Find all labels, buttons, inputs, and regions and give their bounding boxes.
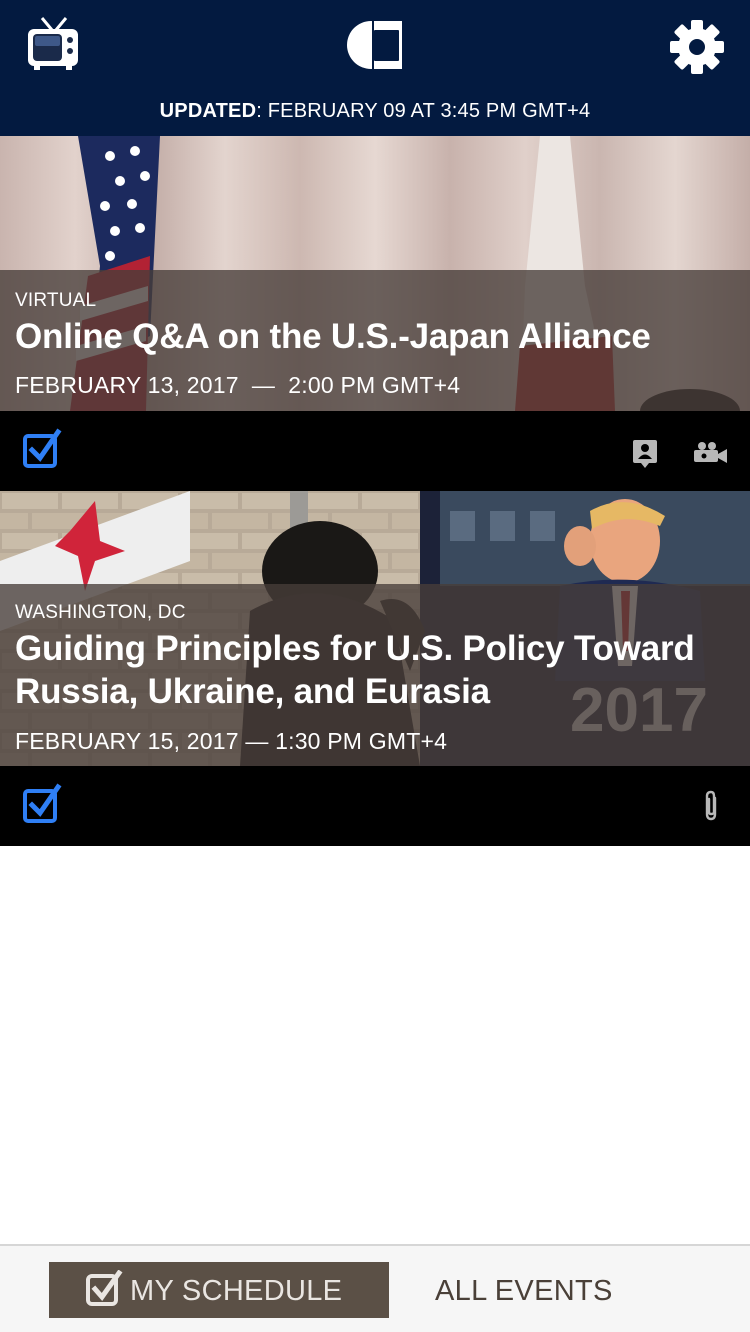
gear-icon[interactable] xyxy=(668,18,726,76)
event-info-overlay: WASHINGTON, DC Guiding Principles for U.… xyxy=(0,584,750,766)
tab-my-schedule-label: MY SCHEDULE xyxy=(130,1275,343,1307)
speaker-icon[interactable] xyxy=(632,439,658,469)
updated-timestamp: UPDATED: FEBRUARY 09 AT 3:45 PM GMT+4 xyxy=(0,100,750,123)
event-card-image[interactable]: VIRTUAL Online Q&A on the U.S.-Japan All… xyxy=(0,136,750,411)
schedule-checkbox-checked-icon[interactable] xyxy=(22,428,62,470)
event-date: FEBRUARY 13, 2017 — 2:00 PM GMT+4 xyxy=(15,372,461,398)
event-title[interactable]: Guiding Principles for U.S. Policy Towar… xyxy=(15,627,735,713)
event-location: VIRTUAL xyxy=(15,290,97,311)
bottom-tab-bar: MY SCHEDULE ALL EVENTS xyxy=(0,1244,750,1332)
updated-label: UPDATED xyxy=(159,100,257,122)
logo[interactable] xyxy=(345,18,405,74)
event-date: FEBRUARY 15, 2017 — 1:30 PM GMT+4 xyxy=(15,728,448,754)
event-location: WASHINGTON, DC xyxy=(15,602,186,623)
event-actions-bar xyxy=(0,766,750,846)
updated-value: : FEBRUARY 09 AT 3:45 PM GMT+4 xyxy=(256,100,591,122)
checkbox-icon xyxy=(86,1270,123,1306)
tab-all-events[interactable]: ALL EVENTS xyxy=(420,1262,636,1318)
event-card-image[interactable]: 2017 WASHINGTON, DC Guiding Principles f… xyxy=(0,491,750,766)
paperclip-icon[interactable] xyxy=(700,790,722,822)
schedule-checkbox-checked-icon[interactable] xyxy=(22,783,62,825)
video-camera-icon[interactable] xyxy=(692,441,728,465)
event-info-overlay: VIRTUAL Online Q&A on the U.S.-Japan All… xyxy=(0,270,750,411)
event-actions-bar xyxy=(0,411,750,491)
tab-all-events-label: ALL EVENTS xyxy=(435,1275,613,1307)
tab-my-schedule[interactable]: MY SCHEDULE xyxy=(49,1262,389,1318)
app-header: UPDATED: FEBRUARY 09 AT 3:45 PM GMT+4 xyxy=(0,0,750,136)
tv-icon[interactable] xyxy=(22,16,84,72)
event-title[interactable]: Online Q&A on the U.S.-Japan Alliance xyxy=(15,315,735,358)
